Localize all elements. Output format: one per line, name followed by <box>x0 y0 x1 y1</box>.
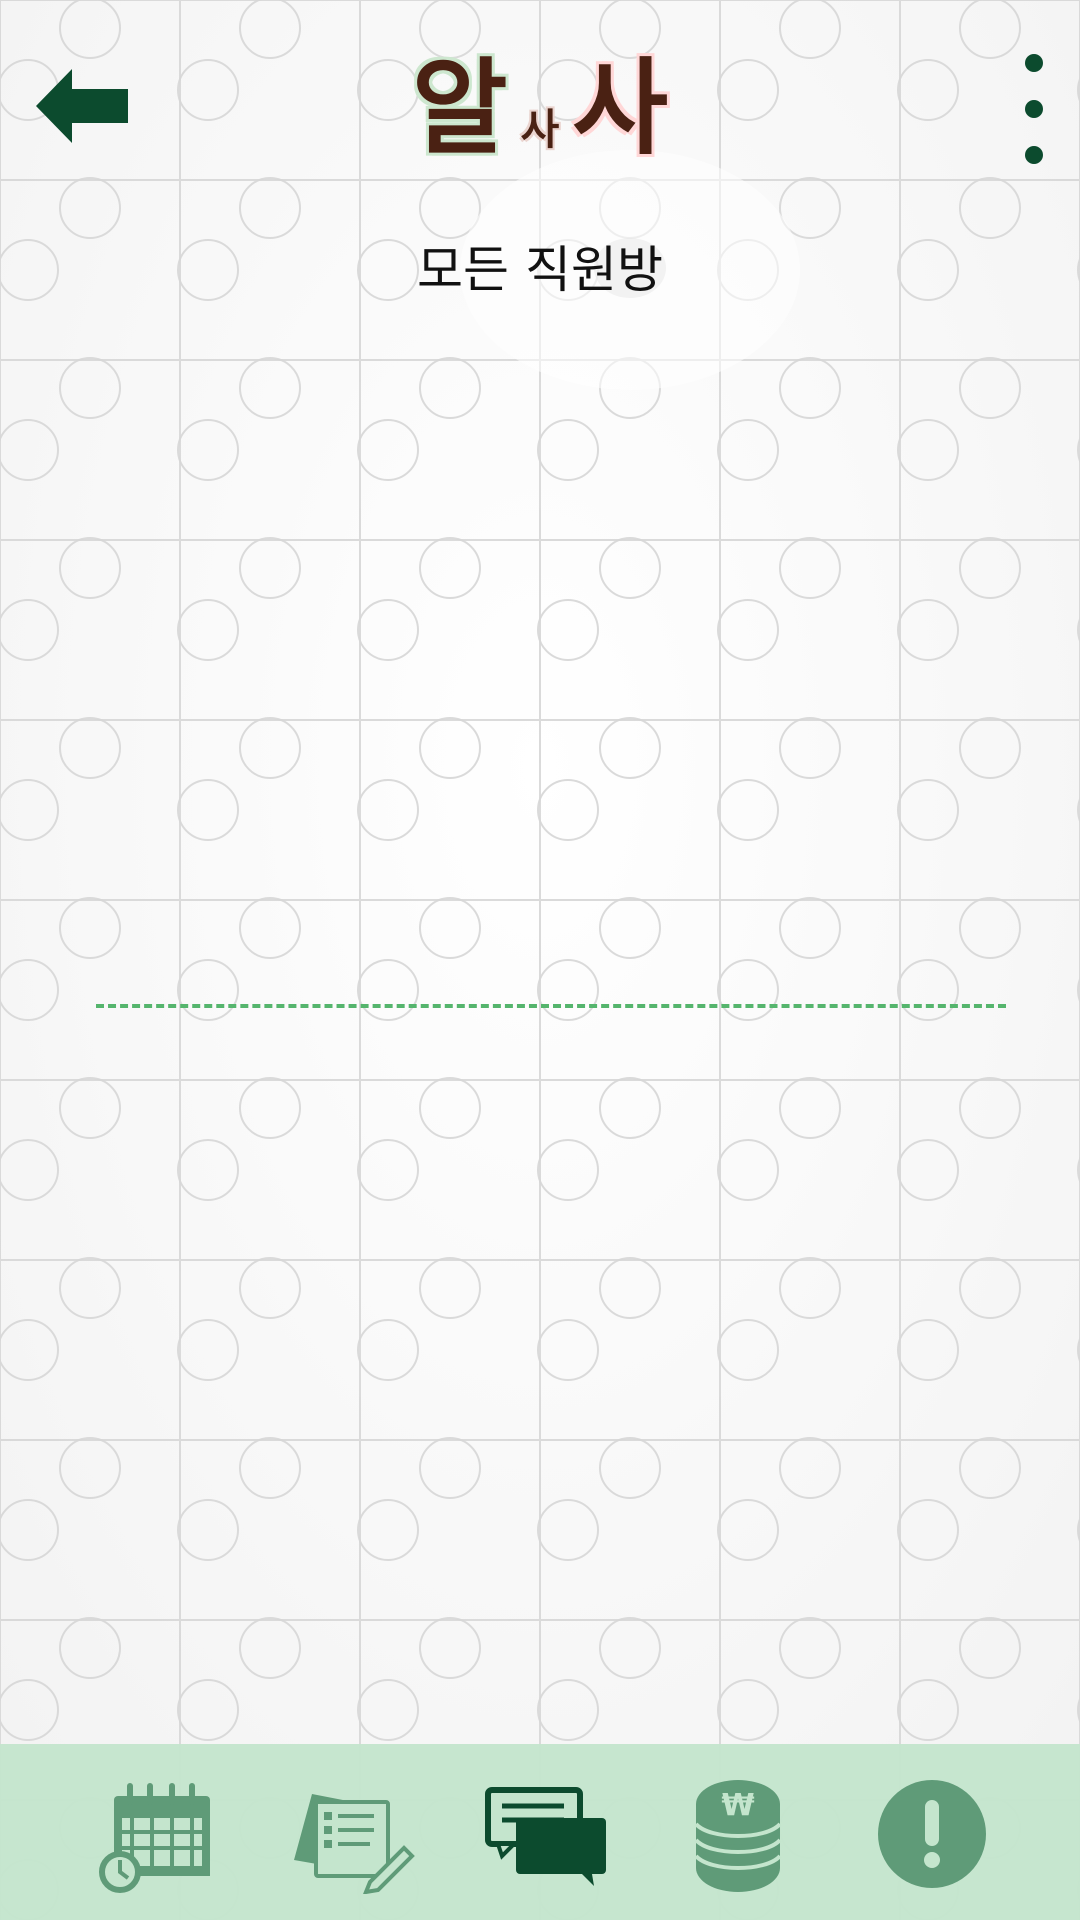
checklist-pencil-icon <box>294 1794 415 1894</box>
nav-item-chat[interactable] <box>474 1764 614 1904</box>
more-menu-button[interactable] <box>1016 54 1052 164</box>
svg-text:₩: ₩ <box>721 1788 754 1823</box>
won-coins-icon: ₩ <box>694 1780 782 1892</box>
menu-dot-3 <box>1025 146 1043 164</box>
alert-icon <box>878 1780 986 1888</box>
calendar-clock-icon <box>99 1783 210 1893</box>
nav-item-notice[interactable] <box>862 1764 1002 1904</box>
app-logo: 알 사 사 <box>0 48 1080 168</box>
logo-part-1: 알 <box>411 47 508 169</box>
nav-item-schedule[interactable] <box>92 1764 232 1904</box>
nav-item-tasks[interactable] <box>282 1764 422 1904</box>
logo-part-3: 사 <box>572 47 669 169</box>
header: 알 사 사 <box>0 0 1080 200</box>
bottom-navigation: ₩ <box>0 1744 1080 1920</box>
logo-part-2: 사 <box>520 105 560 154</box>
chat-bubbles-icon <box>485 1787 606 1886</box>
menu-dot-1 <box>1025 54 1043 72</box>
menu-dot-2 <box>1025 100 1043 118</box>
page-title: 모든 직원방 <box>417 241 663 299</box>
section-divider <box>96 1004 1006 1008</box>
nav-item-payment[interactable]: ₩ <box>668 1764 808 1904</box>
